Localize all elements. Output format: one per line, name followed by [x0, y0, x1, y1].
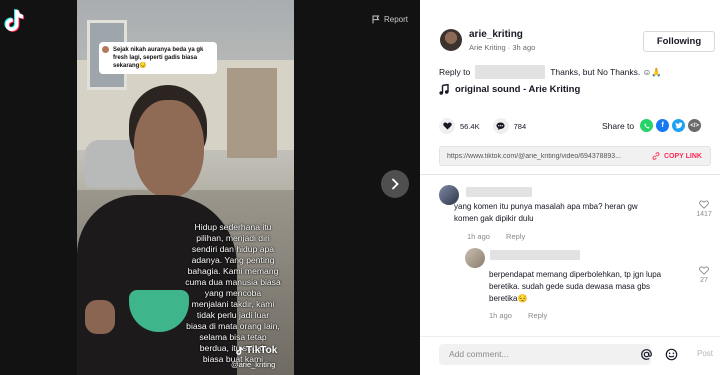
link-icon: [652, 152, 660, 160]
post-time: 3h ago: [512, 43, 536, 52]
mention-icon[interactable]: [640, 348, 653, 361]
redacted-username: [475, 65, 546, 79]
comment-count-button[interactable]: [492, 118, 509, 134]
twitter-share-icon[interactable]: [672, 119, 686, 132]
video-player[interactable]: Sejak nikah auranya beda ya gk fresh lag…: [77, 0, 294, 375]
overlay-line: Hidup sederhana itu: [194, 222, 272, 232]
divider: [420, 336, 720, 337]
sticker-text: Sejak nikah auranya beda ya gk fresh lag…: [113, 47, 204, 69]
reply-comment-sticker: Sejak nikah auranya beda ya gk fresh lag…: [99, 42, 217, 74]
copy-link-label: COPY LINK: [664, 152, 702, 160]
comment-placeholder: Add comment...: [449, 349, 509, 359]
overlay-line: sendiri dan hidup apa: [191, 244, 275, 254]
tiktok-watermark-icon: [236, 346, 243, 355]
video-caption: Reply to Thanks, but No Thanks. ☺🙏: [439, 65, 662, 79]
overlay-line: adanya. Yang penting: [191, 255, 275, 265]
comment-line: beretika😔: [489, 294, 528, 303]
reply-button[interactable]: Reply: [528, 311, 547, 320]
caption-reply-prefix: Reply to: [439, 67, 471, 77]
tiktok-video-page: Report Sejak nikah auranya beda ya gk fr…: [0, 0, 720, 375]
following-button[interactable]: Following: [643, 31, 715, 52]
emoji-icon[interactable]: [665, 348, 678, 361]
comment-line: beretika. sudah gede suda dewasa masa gb…: [489, 282, 650, 291]
watermark-handle: @arie_kriting: [231, 360, 276, 369]
chevron-right-icon: [392, 178, 399, 190]
caption-text: Thanks, but No Thanks. ☺🙏: [550, 66, 662, 77]
share-row: Share to f </>: [602, 119, 702, 132]
post-button[interactable]: Post: [697, 349, 713, 358]
scene-hand: [85, 300, 115, 334]
author-display-name: Arie Kriting: [469, 43, 506, 52]
music-note-icon: [439, 84, 449, 95]
overlay-line: selama bisa tetap: [199, 332, 267, 342]
tiktok-logo-icon[interactable]: [3, 8, 25, 34]
like-count: 56.4K: [460, 121, 480, 131]
comment-like-count: 27: [700, 277, 708, 284]
like-button[interactable]: [439, 118, 455, 134]
author-avatar[interactable]: [440, 29, 462, 51]
share-label: Share to: [602, 120, 635, 131]
embed-share-icon[interactable]: </>: [688, 119, 702, 132]
overlay-line: bahagia. Kami memang: [187, 266, 279, 276]
comment-like[interactable]: 27: [694, 266, 714, 284]
sticker-avatar: [102, 46, 109, 53]
reply-button[interactable]: Reply: [506, 232, 525, 241]
next-video-button[interactable]: [381, 170, 409, 198]
comment-like-count: 1417: [696, 211, 712, 218]
comment-bubble-icon: [496, 122, 505, 130]
overlay-line: tidak perlu jadi luar: [196, 310, 270, 320]
report-label: Report: [383, 15, 408, 24]
comment-text: yang komen itu punya masalah apa mba? he…: [454, 201, 692, 225]
video-url[interactable]: https://www.tiktok.com/@arie_kriting/vid…: [440, 153, 640, 160]
video-link-box: https://www.tiktok.com/@arie_kriting/vid…: [439, 146, 711, 166]
report-button[interactable]: Report: [372, 15, 408, 24]
comment-input[interactable]: Add comment...: [439, 344, 678, 365]
bird-glyph-icon: [674, 122, 683, 129]
scene-person-face: [134, 100, 204, 198]
divider: [420, 174, 720, 175]
copy-link-button[interactable]: COPY LINK: [652, 152, 710, 160]
overlay-line: cuma dua manusia biasa: [185, 277, 281, 287]
comment-meta: 1h ago Reply: [489, 311, 561, 320]
sound-link[interactable]: original sound - Arie Kriting: [439, 84, 580, 95]
redacted-username: [490, 250, 580, 260]
scene-window: [227, 68, 277, 158]
comment-meta: 1h ago Reply: [467, 232, 539, 241]
comment-line: yang komen itu punya masalah apa mba? he…: [454, 202, 638, 211]
reply-text: berpendapat memang diperbolehkan, tp jgn…: [489, 269, 699, 305]
overlay-line: biasa di mata orang lain,: [186, 321, 280, 331]
watermark-brand: TikTok: [246, 345, 278, 356]
facebook-share-icon[interactable]: f: [656, 119, 670, 132]
video-pane: Report Sejak nikah auranya beda ya gk fr…: [0, 0, 420, 375]
reply-avatar[interactable]: [465, 248, 485, 268]
comment-line: komen gak dipikir dulu: [454, 214, 534, 223]
author-subline: Arie Kriting · 3h ago: [469, 43, 535, 52]
sound-title: original sound - Arie Kriting: [455, 84, 581, 95]
redacted-username: [466, 187, 532, 197]
author-username[interactable]: arie_kriting: [469, 29, 523, 40]
overlay-line: yang mencoba: [204, 288, 262, 298]
tiktok-watermark: TikTok: [235, 345, 277, 356]
heart-icon: [442, 122, 452, 130]
whatsapp-share-icon[interactable]: [640, 119, 654, 132]
heart-outline-icon: [699, 266, 709, 275]
flag-icon: [372, 15, 380, 24]
comment-time: 1h ago: [489, 311, 512, 320]
engagement-stats: 56.4K 784: [439, 118, 526, 134]
heart-outline-icon: [699, 200, 709, 209]
overlay-line: pilihan, menjadi diri: [196, 233, 270, 243]
video-details-pane: arie_kriting Arie Kriting · 3h ago Follo…: [420, 0, 720, 375]
comment-like[interactable]: 1417: [694, 200, 714, 218]
phone-glyph-icon: [644, 123, 650, 129]
comment-count: 784: [513, 121, 527, 131]
comment-time: 1h ago: [467, 232, 490, 241]
comment-line: berpendapat memang diperbolehkan, tp jgn…: [489, 270, 662, 279]
overlay-line: menjalani takdir, kami: [191, 299, 275, 309]
